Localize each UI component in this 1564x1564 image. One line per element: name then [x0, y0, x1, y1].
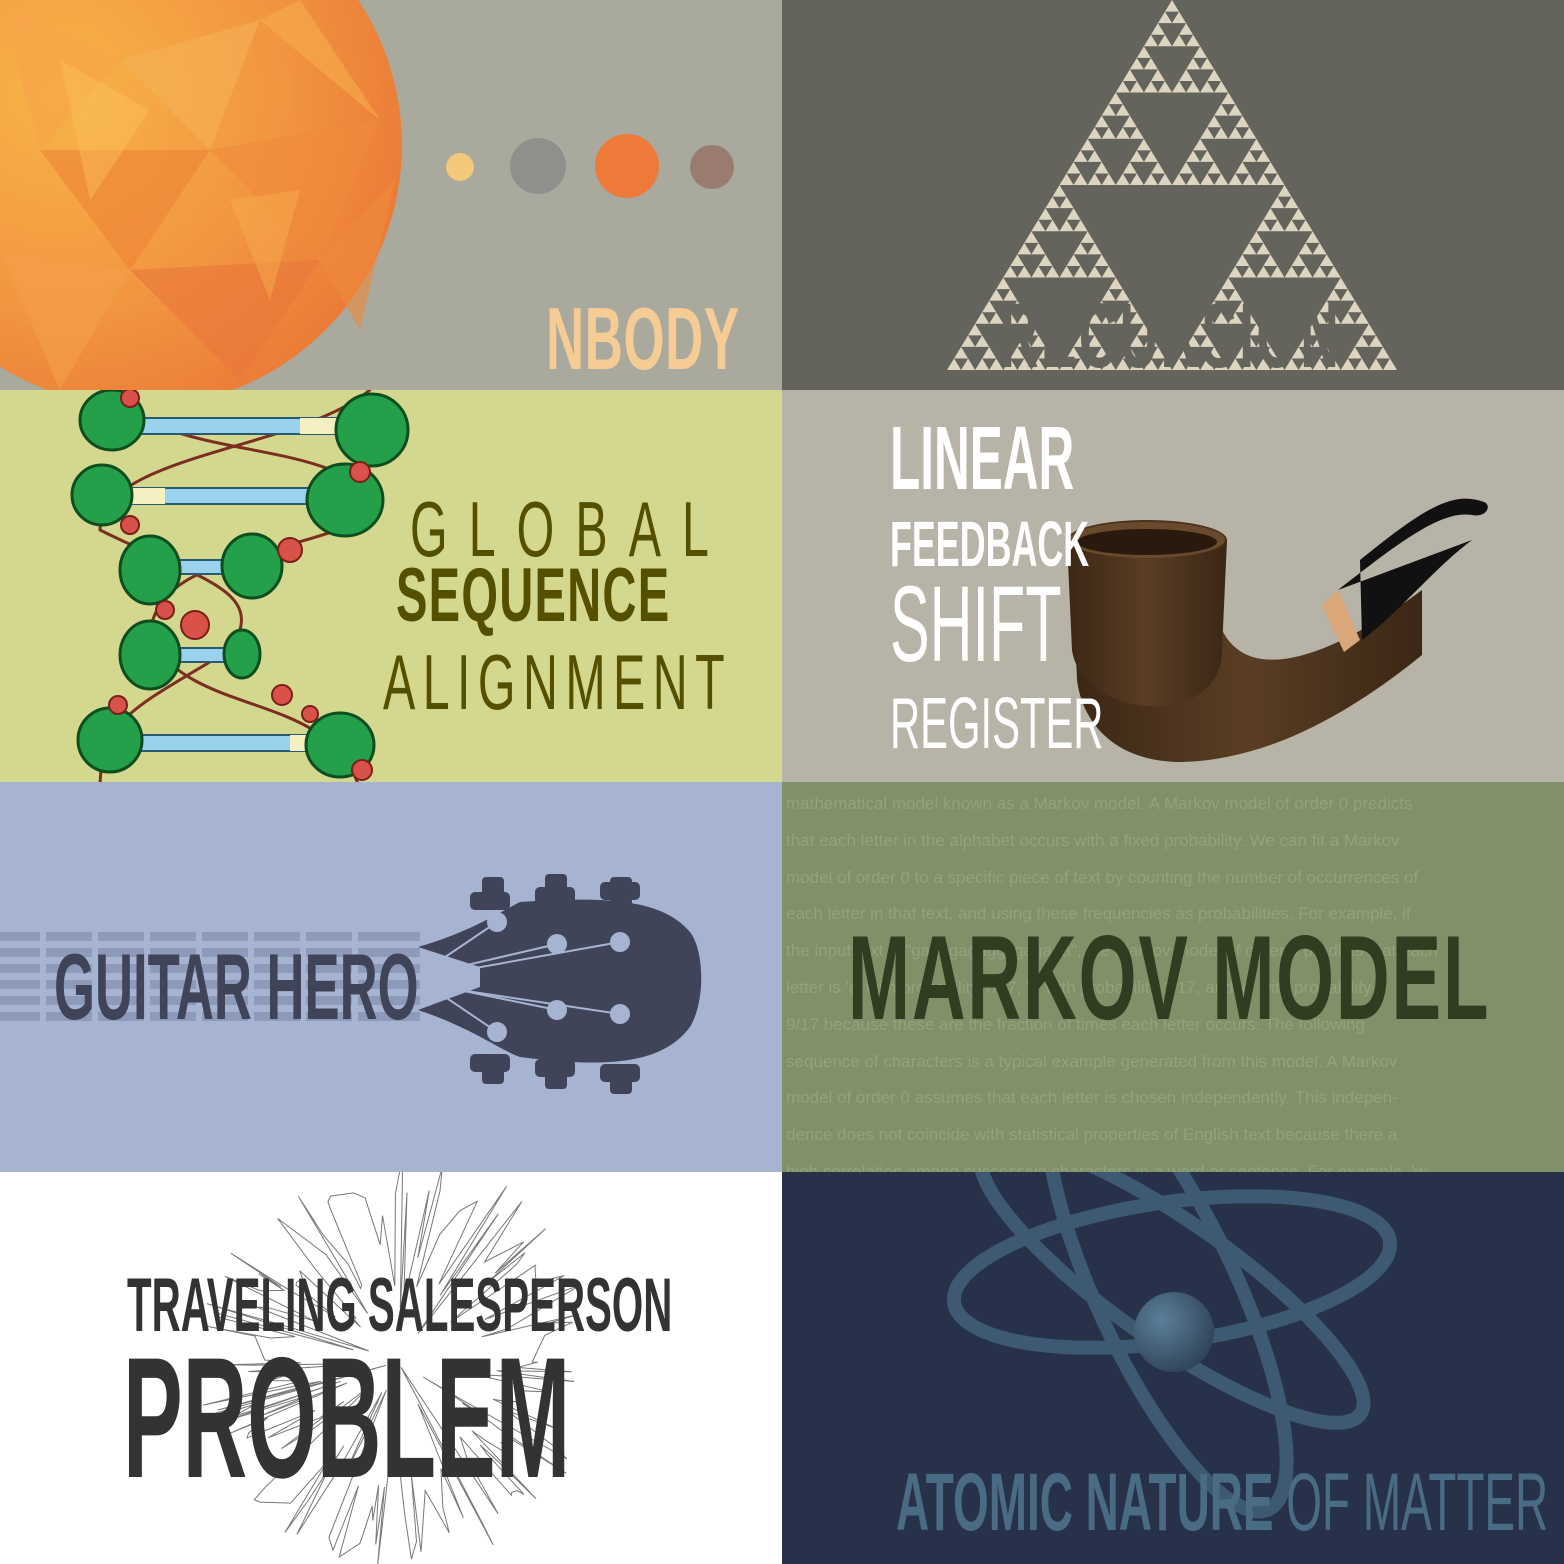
nbody-title: NBODY	[546, 289, 740, 388]
tsp-line2: PROBLEM	[123, 1322, 571, 1514]
sun-icon	[0, 0, 402, 390]
gsa-line3: ALIGNMENT	[383, 638, 733, 726]
markov-text-line: mathematical model known as a Markov mod…	[786, 794, 1413, 813]
planet-dots-icon	[446, 134, 734, 198]
lfsr-line1: LINEAR	[890, 409, 1075, 509]
markov-text-line: model of order 0 assumes that each lette…	[786, 1088, 1398, 1108]
guitar-hero-tile[interactable]: GUITAR HERO	[0, 782, 782, 1172]
atomic-tile[interactable]: ATOMIC NATURE OF MATTER	[782, 1172, 1564, 1564]
project-collage: NBODY RECURSION GLOBAL SEQUENCE ALIGNMEN…	[0, 0, 1564, 1564]
markov-title: MARKOV MODEL	[848, 911, 1491, 1045]
atomic-title-light: OF MATTER	[1273, 1457, 1549, 1548]
atomic-title: ATOMIC NATURE OF MATTER	[896, 1462, 1548, 1544]
markov-text-line: model of order 0 to a specific piece of …	[786, 867, 1419, 887]
markov-tile[interactable]: mathematical model known as a Markov mod…	[782, 782, 1564, 1172]
recursion-tile[interactable]: RECURSION	[782, 0, 1564, 390]
markov-text-line: sequence of characters is a typical exam…	[786, 1051, 1398, 1071]
markov-text-line: that each letter in the alphabet occurs …	[786, 830, 1400, 850]
lfsr-line4: REGISTER	[890, 684, 1104, 764]
lfsr-line3: SHIFT	[890, 563, 1062, 684]
recursion-title: RECURSION	[1000, 285, 1342, 387]
guitar-hero-title: GUITAR HERO	[54, 934, 419, 1039]
dna-helix-icon	[70, 390, 410, 782]
tsp-tile[interactable]: TRAVELING SALESPERSON PROBLEM	[0, 1172, 782, 1564]
nbody-tile[interactable]: NBODY	[0, 0, 782, 390]
markov-text-line: dence does not coincide with statistical…	[786, 1125, 1398, 1145]
atomic-title-bold: ATOMIC NATURE	[896, 1457, 1274, 1548]
gsa-tile[interactable]: GLOBAL SEQUENCE ALIGNMENT	[0, 390, 782, 782]
lfsr-tile[interactable]: LINEAR FEEDBACK SHIFT REGISTER	[782, 390, 1564, 782]
gsa-line2: SEQUENCE	[396, 553, 671, 638]
markov-text-line: high correlation among successive charac…	[786, 1161, 1428, 1172]
